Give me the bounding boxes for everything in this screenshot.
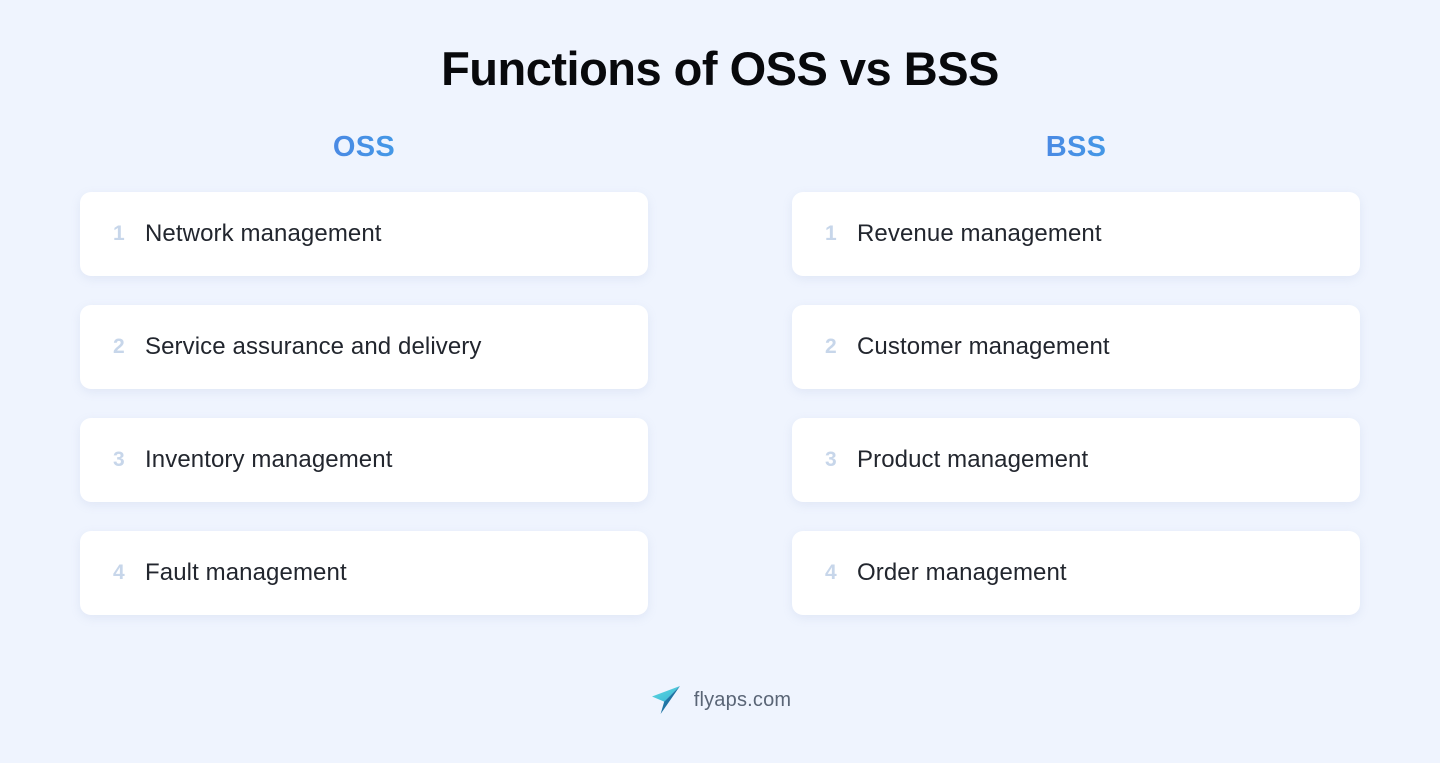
item-label: Product management (857, 446, 1089, 474)
item-number: 2 (825, 335, 837, 359)
item-label: Order management (857, 559, 1067, 587)
comparison-columns: OSS 1 Network management 2 Service assur… (0, 131, 1440, 616)
footer-branding: flyaps.com (0, 683, 1440, 717)
list-item[interactable]: 1 Network management (80, 192, 648, 277)
item-number: 3 (825, 448, 837, 472)
item-number: 3 (113, 448, 125, 472)
list-item[interactable]: 2 Customer management (792, 305, 1360, 390)
column-bss: BSS 1 Revenue management 2 Customer mana… (792, 131, 1360, 616)
brand-name: flyaps.com (693, 688, 792, 711)
item-number: 4 (113, 561, 125, 585)
list-item[interactable]: 2 Service assurance and delivery (80, 305, 648, 390)
column-header-bss: BSS (792, 131, 1360, 164)
list-item[interactable]: 4 Order management (792, 531, 1360, 616)
item-label: Network management (145, 220, 382, 248)
item-number: 2 (113, 335, 125, 359)
page-title: Functions of OSS vs BSS (441, 42, 999, 95)
item-label: Service assurance and delivery (145, 333, 482, 361)
list-item[interactable]: 3 Inventory management (80, 418, 648, 503)
item-label: Customer management (857, 333, 1110, 361)
list-item[interactable]: 1 Revenue management (792, 192, 1360, 277)
column-header-oss: OSS (80, 131, 648, 164)
list-item[interactable]: 3 Product management (792, 418, 1360, 503)
item-label: Fault management (145, 559, 347, 587)
paper-plane-icon (649, 683, 683, 717)
item-number: 4 (825, 561, 837, 585)
list-item[interactable]: 4 Fault management (80, 531, 648, 616)
column-oss: OSS 1 Network management 2 Service assur… (80, 131, 648, 616)
item-number: 1 (113, 222, 125, 246)
infographic-page: Functions of OSS vs BSS OSS 1 Network ma… (0, 0, 1440, 763)
item-label: Revenue management (857, 220, 1102, 248)
item-label: Inventory management (145, 446, 393, 474)
item-number: 1 (825, 222, 837, 246)
